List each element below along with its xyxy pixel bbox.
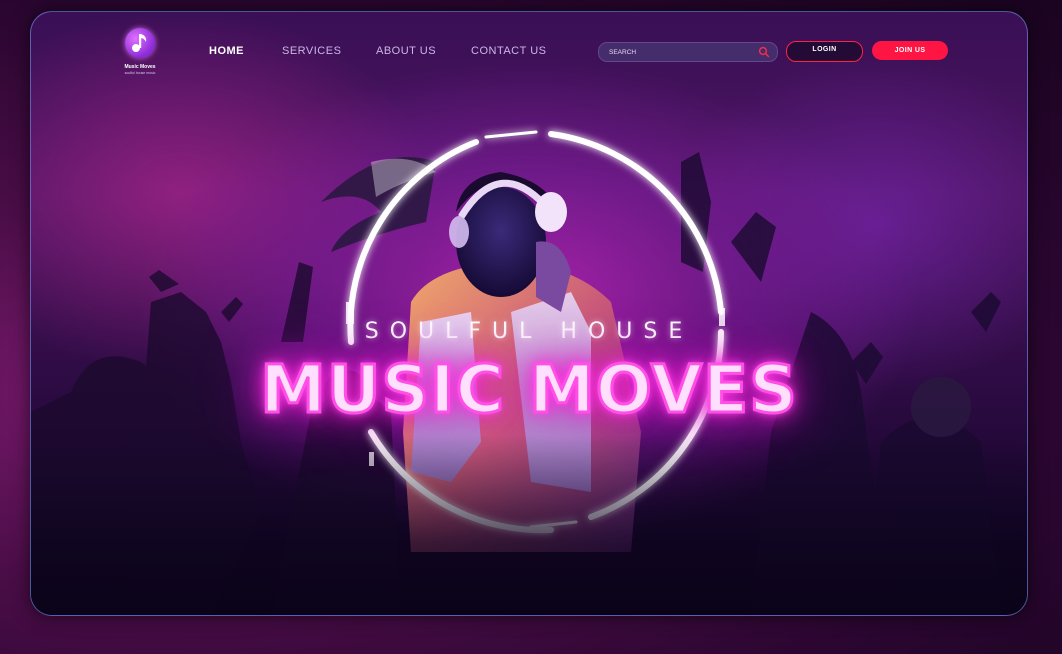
landing-page-frame: Music Moves soulful house music HOME SER… — [30, 11, 1028, 616]
search-bar — [598, 42, 778, 62]
nav-item-home[interactable]: HOME — [209, 45, 244, 57]
login-button[interactable]: LOGIN — [786, 41, 863, 62]
search-input[interactable] — [609, 43, 749, 61]
nav-item-contact-us[interactable]: CONTACT US — [471, 45, 547, 57]
brand-logo[interactable]: Music Moves soulful house music — [117, 28, 161, 84]
hero-headline: MUSIC MOVES — [259, 350, 799, 430]
hero-subtitle: SOULFUL HOUSE — [364, 319, 694, 344]
music-note-icon — [125, 28, 155, 58]
bottom-shade — [31, 435, 1027, 615]
brand-tagline: soulful house music — [124, 71, 156, 75]
join-us-button[interactable]: JOIN US — [872, 41, 948, 60]
brand-name: Music Moves — [124, 64, 156, 70]
nav-item-about-us[interactable]: ABOUT US — [376, 45, 436, 57]
nav-item-services[interactable]: SERVICES — [282, 45, 341, 57]
search-icon[interactable] — [758, 46, 770, 58]
